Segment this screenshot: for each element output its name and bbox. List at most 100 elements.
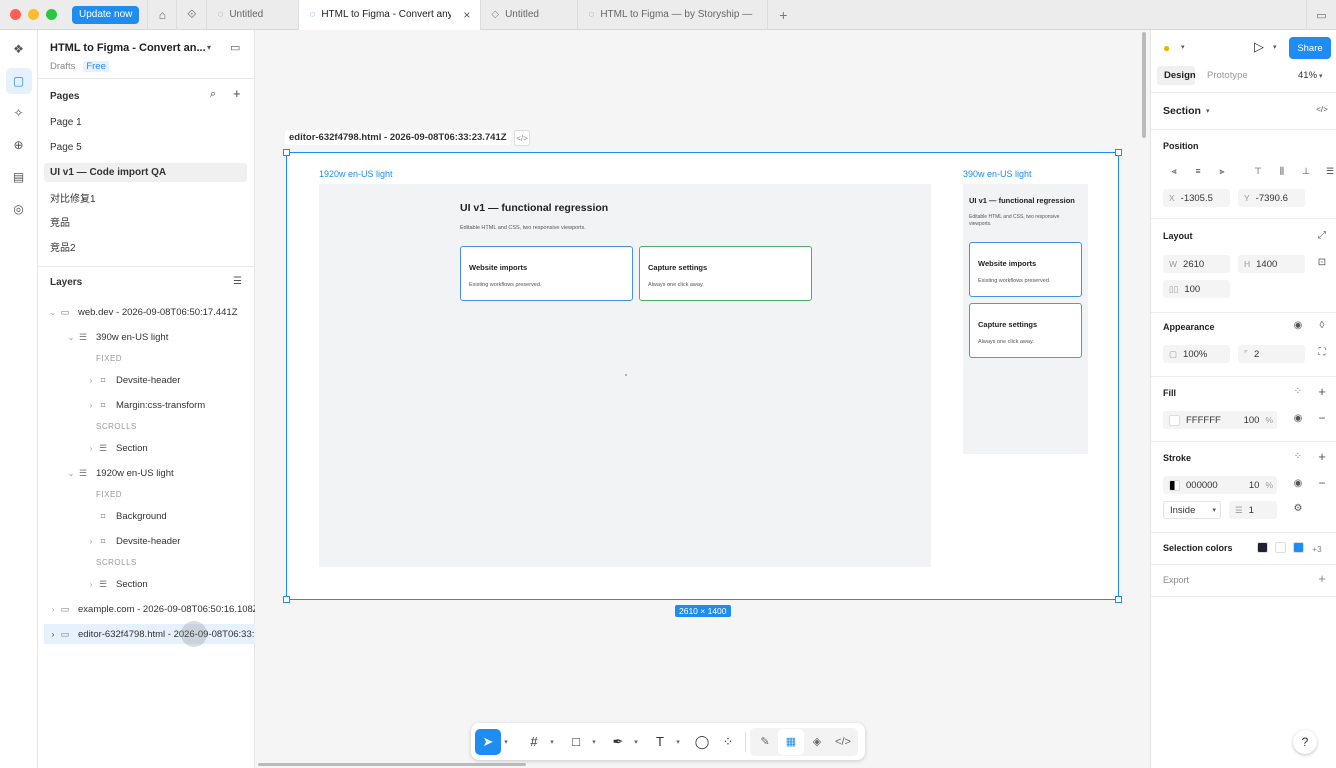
- share-button[interactable]: Share: [1289, 37, 1331, 59]
- canvas[interactable]: editor-632f4798.html - 2026-09-08T06:33:…: [255, 30, 1150, 768]
- chevron-down-icon[interactable]: ▾: [589, 738, 599, 746]
- chevron-down-icon[interactable]: ⌄: [48, 308, 58, 317]
- chevron-right-icon[interactable]: ›: [86, 537, 96, 546]
- chevron-right-icon[interactable]: ›: [48, 605, 58, 614]
- community-icon[interactable]: ⟐: [177, 0, 208, 30]
- viewport-390[interactable]: UI v1 — functional regression Editable H…: [963, 184, 1088, 454]
- page-item[interactable]: Page 1: [44, 113, 247, 132]
- chevron-down-icon[interactable]: ▾: [631, 738, 641, 746]
- tab-untitled-1[interactable]: ◌ Untitled: [207, 0, 300, 30]
- ai-icon[interactable]: ◎: [6, 196, 32, 222]
- y-field[interactable]: Y -7390.6: [1238, 189, 1305, 207]
- file-pages-icon[interactable]: ▢: [5, 68, 32, 94]
- text-tool-icon[interactable]: T: [647, 729, 673, 755]
- design-mode-icon[interactable]: ▦: [778, 728, 804, 755]
- resize-handle[interactable]: [283, 596, 290, 603]
- search-icon[interactable]: ⌕: [210, 88, 216, 101]
- align-center-h-icon[interactable]: ≡: [1187, 162, 1209, 180]
- minimize-window-button[interactable]: [28, 9, 39, 20]
- figma-menu-icon[interactable]: ❖: [6, 36, 32, 62]
- plugins-icon[interactable]: ⊕: [6, 132, 32, 158]
- stroke-settings-icon[interactable]: ⚙: [1291, 503, 1305, 514]
- layer-row[interactable]: ⌄ ☰ 1920w en-US light: [66, 463, 174, 483]
- horizontal-scrollbar[interactable]: [258, 763, 526, 766]
- close-tab-icon[interactable]: ×: [463, 8, 470, 22]
- stroke-swatch[interactable]: [1169, 479, 1180, 491]
- tab-untitled-2[interactable]: ◇ Untitled: [481, 0, 579, 30]
- chevron-down-icon[interactable]: ▾: [673, 738, 683, 746]
- close-window-button[interactable]: [10, 9, 21, 20]
- chevron-right-icon[interactable]: ›: [86, 401, 96, 410]
- toolbox-icon[interactable]: ▤: [6, 164, 32, 190]
- vertical-scrollbar[interactable]: [1142, 32, 1146, 138]
- file-title[interactable]: HTML to Figma - Convert an...: [50, 42, 215, 54]
- tab-design[interactable]: Design: [1164, 70, 1196, 81]
- zoom-level[interactable]: 41%: [1298, 70, 1317, 81]
- width-field[interactable]: W 2610: [1163, 255, 1230, 273]
- chevron-down-icon[interactable]: ▾: [207, 43, 211, 52]
- code-icon[interactable]: </>: [514, 130, 530, 146]
- layer-row[interactable]: › ☰ Section: [86, 438, 148, 458]
- layer-row[interactable]: › ☰ Section: [86, 574, 148, 594]
- sidebar-toggle-icon[interactable]: ▭: [1306, 0, 1336, 30]
- maximize-window-button[interactable]: [46, 9, 57, 20]
- fill-field[interactable]: FFFFFF 100 %: [1163, 411, 1277, 429]
- viewport-1920[interactable]: UI v1 — functional regression Editable H…: [319, 184, 931, 567]
- update-now-button[interactable]: Update now: [72, 5, 140, 24]
- add-page-icon[interactable]: +: [233, 86, 241, 101]
- x-field[interactable]: X -1305.5: [1163, 189, 1230, 207]
- align-right-icon[interactable]: ⫸: [1211, 162, 1233, 180]
- height-field[interactable]: H 1400: [1238, 255, 1305, 273]
- layer-row[interactable]: ⌄ ▭ web.dev - 2026-09-08T06:50:17.441Z: [48, 302, 238, 322]
- rectangle-tool-icon[interactable]: □: [563, 729, 589, 755]
- layer-row-selected[interactable]: › ▭ editor-632f4798.html - 2026-09-08T06…: [44, 624, 255, 644]
- selection-color-swatch[interactable]: [1293, 542, 1304, 553]
- resize-handle[interactable]: [1115, 149, 1122, 156]
- present-play-icon[interactable]: ▷: [1254, 39, 1264, 55]
- component-mode-icon[interactable]: ◈: [804, 729, 830, 755]
- add-stroke-icon[interactable]: +: [1315, 449, 1329, 464]
- layer-row[interactable]: › ⌗ Devsite-header: [86, 531, 181, 551]
- stroke-field[interactable]: 000000 10 %: [1163, 476, 1277, 494]
- viewport-label[interactable]: 390w en-US light: [963, 169, 1032, 179]
- eye-icon[interactable]: ◉: [1291, 320, 1305, 331]
- card-website-imports[interactable]: Website imports Existing workflows prese…: [969, 242, 1082, 297]
- avatar-icon[interactable]: ●: [1163, 41, 1170, 55]
- pen-tool-icon[interactable]: ✒: [605, 729, 631, 755]
- move-tool-icon[interactable]: ➤: [475, 728, 501, 755]
- eye-icon[interactable]: ◉: [1291, 478, 1305, 489]
- stroke-position-select[interactable]: Inside ▾: [1163, 501, 1221, 519]
- expand-icon[interactable]: ⤢: [1315, 230, 1329, 241]
- drafts-label[interactable]: Drafts: [50, 61, 75, 72]
- align-top-icon[interactable]: ⊤: [1247, 162, 1269, 180]
- stroke-weight-field[interactable]: ☰ 1: [1229, 501, 1277, 519]
- resize-handle[interactable]: [283, 149, 290, 156]
- assets-icon[interactable]: ✧: [6, 100, 32, 126]
- layers-list-icon[interactable]: ☰: [233, 276, 242, 287]
- section-title[interactable]: Section: [1163, 105, 1201, 117]
- frame-name-label[interactable]: editor-632f4798.html - 2026-09-08T06:33:…: [285, 130, 511, 145]
- chevron-right-icon[interactable]: ›: [48, 630, 58, 639]
- draw-mode-icon[interactable]: ✎: [752, 729, 778, 755]
- layer-row[interactable]: ⌗ Background: [86, 506, 166, 526]
- radius-field[interactable]: ⌜ 2: [1238, 345, 1305, 363]
- remove-fill-icon[interactable]: −: [1315, 411, 1329, 425]
- chevron-right-icon[interactable]: ›: [86, 376, 96, 385]
- code-icon[interactable]: </>: [1315, 105, 1329, 114]
- chevron-down-icon[interactable]: ▾: [1319, 72, 1323, 80]
- page-item[interactable]: 对比修复1: [44, 188, 247, 207]
- resize-to-fit-icon[interactable]: ⊡: [1315, 257, 1329, 268]
- tab-storyship[interactable]: ◌ HTML to Figma — by Storyship — Im;: [578, 0, 769, 30]
- chevron-right-icon[interactable]: ›: [86, 444, 96, 453]
- selection-color-swatch[interactable]: [1275, 542, 1286, 553]
- resize-handle[interactable]: [1115, 596, 1122, 603]
- actions-tool-icon[interactable]: ⁘: [715, 729, 741, 755]
- card-website-imports[interactable]: Website imports Existing workflows prese…: [460, 246, 633, 301]
- chevron-down-icon[interactable]: ▾: [501, 738, 511, 746]
- selected-frame[interactable]: 1920w en-US light 390w en-US light UI v1…: [283, 149, 1122, 603]
- layer-row[interactable]: › ⌗ Margin:css-transform: [86, 395, 206, 415]
- distribute-icon[interactable]: ☰: [1319, 162, 1336, 180]
- align-center-v-icon[interactable]: ⫼: [1271, 162, 1293, 180]
- chevron-down-icon[interactable]: ⌄: [66, 333, 76, 342]
- drop-icon[interactable]: ◊: [1315, 320, 1329, 331]
